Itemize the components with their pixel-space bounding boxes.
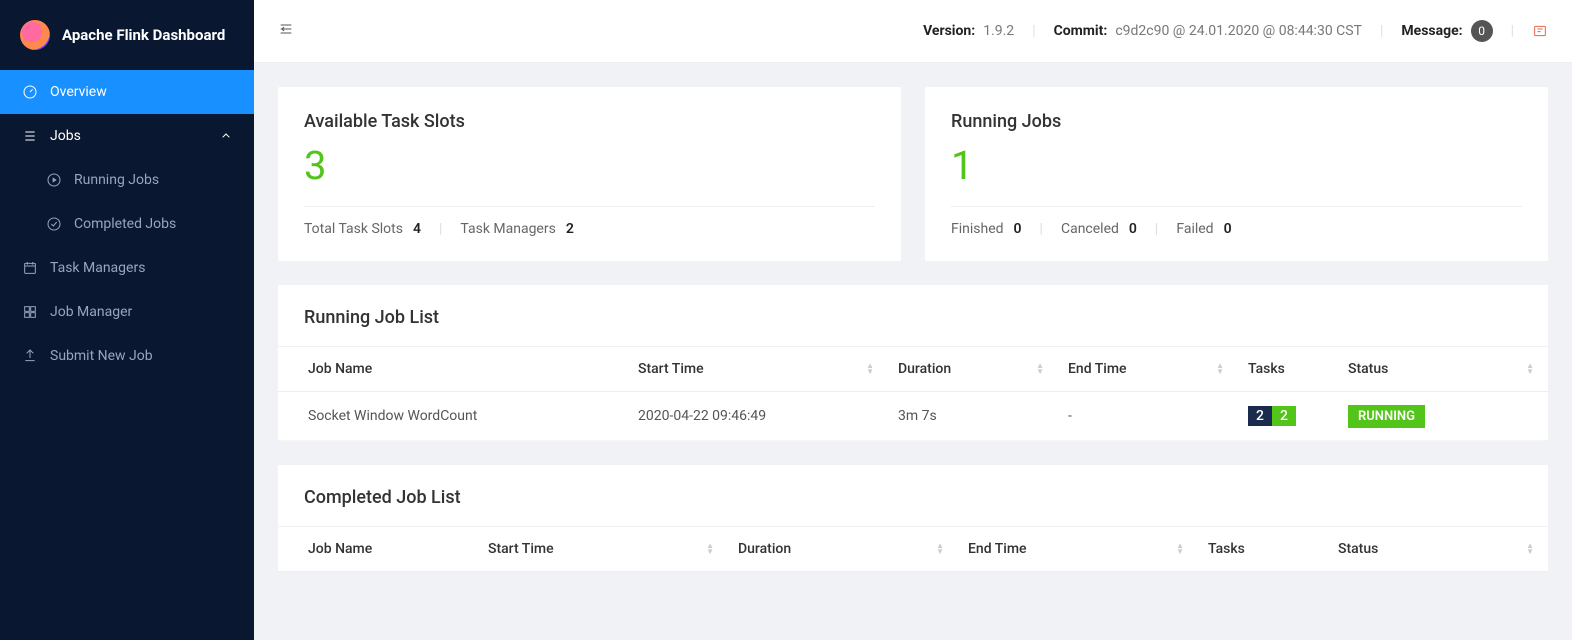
play-circle-icon (46, 172, 62, 188)
nav-running-jobs-label: Running Jobs (74, 172, 159, 188)
cell-duration: 3m 7s (888, 392, 1058, 441)
dashboard-icon (22, 84, 38, 100)
message-count-badge[interactable]: 0 (1471, 20, 1493, 42)
sort-icon: ▲▼ (706, 543, 714, 555)
card-slots-title: Available Task Slots (304, 111, 875, 132)
completed-job-list-panel: Completed Job List Job Name Start Time▲▼… (278, 465, 1548, 572)
col-duration[interactable]: Duration▲▼ (728, 527, 958, 572)
cell-end-time: - (1058, 392, 1238, 441)
nav-jobs[interactable]: Jobs (0, 114, 254, 158)
nav-job-manager[interactable]: Job Manager (0, 290, 254, 334)
brand: Apache Flink Dashboard (0, 0, 254, 70)
completed-job-list-title: Completed Job List (278, 465, 1548, 527)
list-icon (22, 128, 38, 144)
version-value: 1.9.2 (983, 23, 1014, 39)
nav-completed-jobs[interactable]: Completed Jobs (0, 202, 254, 246)
divider: | (1370, 23, 1393, 39)
app-title: Apache Flink Dashboard (62, 26, 225, 44)
menu-fold-icon (278, 21, 294, 37)
divider: | (1022, 23, 1045, 39)
card-jobs-title: Running Jobs (951, 111, 1522, 132)
task-managers-value: 2 (566, 221, 574, 237)
status-badge: RUNNING (1348, 405, 1425, 428)
sidebar: Apache Flink Dashboard Overview Jobs Run… (0, 0, 254, 640)
col-job-name[interactable]: Job Name (278, 347, 628, 392)
nav-job-manager-label: Job Manager (50, 304, 132, 320)
divider: | (1028, 221, 1055, 237)
tasks-chip: 22 (1248, 406, 1296, 426)
sort-icon: ▲▼ (1526, 363, 1534, 375)
nav-submit-new-job-label: Submit New Job (50, 348, 153, 364)
alert-icon[interactable] (1532, 23, 1548, 39)
col-end-time[interactable]: End Time▲▼ (1058, 347, 1238, 392)
running-jobs-value: 1 (951, 144, 1522, 188)
failed-label: Failed (1176, 221, 1213, 237)
sort-icon: ▲▼ (1526, 543, 1534, 555)
cell-job-name: Socket Window WordCount (278, 392, 628, 441)
grid-icon (22, 304, 38, 320)
nav-running-jobs[interactable]: Running Jobs (0, 158, 254, 202)
tasks-total: 2 (1248, 406, 1272, 426)
nav-overview[interactable]: Overview (0, 70, 254, 114)
version-label: Version: (923, 23, 975, 39)
topbar: Version: 1.9.2 | Commit: c9d2c90 @ 24.01… (254, 0, 1572, 63)
sort-icon: ▲▼ (1176, 543, 1184, 555)
sort-icon: ▲▼ (936, 543, 944, 555)
content: Available Task Slots 3 Total Task Slots … (254, 63, 1572, 640)
sort-icon: ▲▼ (866, 363, 874, 375)
nav-completed-jobs-label: Completed Jobs (74, 216, 176, 232)
col-start-time[interactable]: Start Time▲▼ (478, 527, 728, 572)
upload-icon (22, 348, 38, 364)
canceled-label: Canceled (1061, 221, 1119, 237)
nav-task-managers[interactable]: Task Managers (0, 246, 254, 290)
col-duration[interactable]: Duration▲▼ (888, 347, 1058, 392)
cell-tasks: 22 (1238, 392, 1338, 441)
running-job-list-title: Running Job List (278, 285, 1548, 347)
table-row[interactable]: Socket Window WordCount 2020-04-22 09:46… (278, 392, 1548, 441)
col-tasks[interactable]: Tasks (1238, 347, 1338, 392)
card-available-task-slots: Available Task Slots 3 Total Task Slots … (278, 87, 901, 261)
available-task-slots-value: 3 (304, 144, 875, 188)
chevron-up-icon (218, 128, 234, 144)
sidebar-collapse-button[interactable] (278, 21, 294, 41)
finished-label: Finished (951, 221, 1004, 237)
col-status[interactable]: Status▲▼ (1338, 347, 1548, 392)
col-start-time[interactable]: Start Time▲▼ (628, 347, 888, 392)
divider: | (1143, 221, 1170, 237)
divider: | (427, 221, 454, 237)
canceled-value: 0 (1129, 221, 1137, 237)
failed-value: 0 (1224, 221, 1232, 237)
sort-icon: ▲▼ (1216, 363, 1224, 375)
total-task-slots-label: Total Task Slots (304, 221, 403, 237)
commit-label: Commit: (1054, 23, 1108, 39)
col-status[interactable]: Status▲▼ (1328, 527, 1548, 572)
cell-start-time: 2020-04-22 09:46:49 (628, 392, 888, 441)
col-end-time[interactable]: End Time▲▼ (958, 527, 1198, 572)
divider: | (1501, 23, 1524, 39)
check-circle-icon (46, 216, 62, 232)
flink-logo-icon (20, 20, 50, 50)
commit-value: c9d2c90 @ 24.01.2020 @ 08:44:30 CST (1115, 23, 1362, 39)
running-job-table: Job Name Start Time▲▼ Duration▲▼ End Tim… (278, 347, 1548, 441)
calendar-icon (22, 260, 38, 276)
total-task-slots-value: 4 (413, 221, 421, 237)
nav-submit-new-job[interactable]: Submit New Job (0, 334, 254, 378)
col-tasks[interactable]: Tasks (1198, 527, 1328, 572)
running-job-list-panel: Running Job List Job Name Start Time▲▼ D… (278, 285, 1548, 441)
finished-value: 0 (1014, 221, 1022, 237)
task-managers-label: Task Managers (460, 221, 555, 237)
nav-jobs-label: Jobs (50, 128, 81, 144)
main: Version: 1.9.2 | Commit: c9d2c90 @ 24.01… (254, 0, 1572, 640)
nav-overview-label: Overview (50, 84, 107, 100)
sort-icon: ▲▼ (1036, 363, 1044, 375)
card-running-jobs: Running Jobs 1 Finished 0 | Canceled 0 |… (925, 87, 1548, 261)
col-job-name[interactable]: Job Name (278, 527, 478, 572)
nav-task-managers-label: Task Managers (50, 260, 145, 276)
completed-job-table: Job Name Start Time▲▼ Duration▲▼ End Tim… (278, 527, 1548, 572)
tasks-running: 2 (1272, 406, 1296, 426)
message-label: Message: (1401, 23, 1462, 39)
cell-status: RUNNING (1338, 392, 1548, 441)
